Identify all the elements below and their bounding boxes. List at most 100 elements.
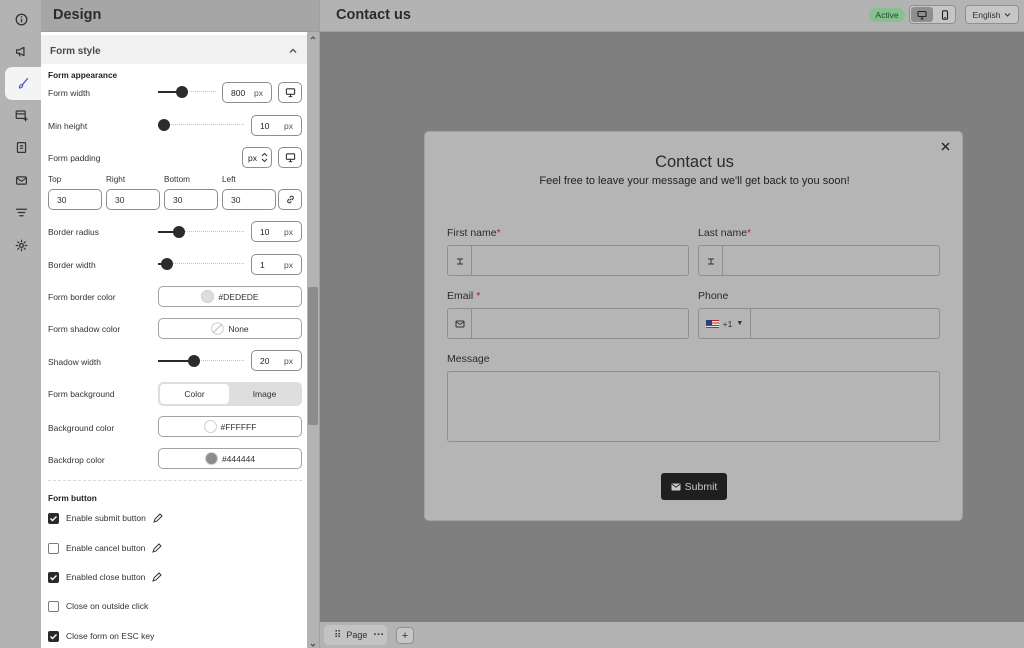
padding-bottom-input[interactable]: 30 bbox=[164, 189, 218, 210]
drag-handle-icon[interactable]: ⠿ bbox=[334, 630, 341, 641]
mobile-view-button[interactable] bbox=[934, 7, 956, 22]
scroll-thumb[interactable] bbox=[308, 287, 318, 425]
slider-knob[interactable] bbox=[158, 119, 170, 131]
field-prefix bbox=[448, 246, 472, 275]
slider-knob[interactable] bbox=[176, 86, 188, 98]
slider-knob[interactable] bbox=[188, 355, 200, 367]
border-radius-label: Border radius bbox=[48, 227, 100, 237]
unit: px bbox=[284, 260, 293, 270]
rail-item-forms[interactable] bbox=[7, 101, 35, 129]
desktop-view-button[interactable] bbox=[911, 7, 933, 22]
form-width-label: Form width bbox=[48, 88, 91, 98]
device-desktop-button-2[interactable] bbox=[278, 147, 302, 168]
border-width-input[interactable]: 1 px bbox=[251, 254, 302, 275]
slider-knob[interactable] bbox=[161, 258, 173, 270]
message-label: Message bbox=[447, 353, 490, 365]
color-swatch bbox=[201, 290, 215, 303]
text-field-icon bbox=[707, 258, 714, 264]
checkbox-row[interactable]: Enabled close button bbox=[48, 570, 163, 584]
form-border-color-picker[interactable]: #DEDEDE bbox=[158, 286, 302, 307]
check-icon bbox=[50, 633, 57, 639]
language-value: English bbox=[972, 9, 1001, 20]
scroll-down-icon[interactable] bbox=[310, 642, 316, 648]
checkbox-row[interactable]: Close on outside click bbox=[48, 599, 148, 613]
rail-item-design[interactable] bbox=[5, 67, 41, 100]
canvas-backdrop[interactable]: Contact us Feel free to leave your messa… bbox=[319, 32, 1024, 622]
page-tab[interactable]: ⠿ Page ··· bbox=[324, 625, 387, 645]
color-value: #DEDEDE bbox=[218, 291, 259, 302]
scroll-up-icon[interactable] bbox=[310, 35, 316, 41]
min-height-label: Min height bbox=[48, 121, 88, 131]
backdrop-color-picker[interactable]: #444444 bbox=[158, 448, 302, 469]
gear-icon bbox=[15, 239, 27, 251]
padding-unit-select[interactable]: px bbox=[242, 147, 272, 168]
add-page-button[interactable]: + bbox=[396, 627, 414, 644]
background-option-color[interactable]: Color bbox=[160, 384, 229, 404]
submit-button[interactable]: Submit bbox=[661, 473, 727, 500]
form-width-slider[interactable] bbox=[158, 86, 216, 98]
slider-knob[interactable] bbox=[173, 226, 185, 238]
shadow-width-input[interactable]: 20 px bbox=[251, 350, 302, 371]
rail-item-info[interactable] bbox=[7, 5, 35, 33]
email-field[interactable] bbox=[447, 308, 689, 339]
language-select[interactable]: English bbox=[965, 5, 1019, 24]
rail-item-mail[interactable] bbox=[7, 166, 35, 194]
icon-rail bbox=[0, 0, 41, 648]
min-height-slider[interactable] bbox=[158, 119, 244, 131]
form-background-toggle: Color Image bbox=[158, 382, 302, 406]
min-height-input[interactable]: 10 px bbox=[251, 115, 302, 136]
color-swatch bbox=[204, 452, 218, 465]
checkbox-label: Close form on ESC key bbox=[66, 631, 155, 641]
last-name-field[interactable] bbox=[698, 245, 940, 276]
value: 30 bbox=[173, 195, 183, 205]
border-radius-slider[interactable] bbox=[158, 226, 244, 238]
padding-left-input[interactable]: 30 bbox=[222, 189, 276, 210]
no-color-icon bbox=[211, 322, 225, 335]
rail-item-document[interactable] bbox=[7, 133, 35, 161]
device-desktop-button[interactable] bbox=[278, 82, 302, 103]
rail-item-filter[interactable] bbox=[7, 198, 35, 226]
background-color-picker[interactable]: #FFFFFF bbox=[158, 416, 302, 437]
mail-icon bbox=[15, 175, 27, 185]
check-icon bbox=[50, 574, 57, 580]
country-code-select[interactable]: +1 ▼ bbox=[699, 309, 751, 338]
background-option-image[interactable]: Image bbox=[230, 384, 299, 404]
filter-icon bbox=[15, 208, 27, 216]
checkbox-label: Enable cancel button bbox=[66, 543, 146, 553]
pencil-icon[interactable] bbox=[151, 571, 163, 583]
form-width-input[interactable]: 800 px bbox=[222, 82, 272, 103]
pencil-icon[interactable] bbox=[152, 512, 163, 524]
border-width-slider[interactable] bbox=[158, 258, 244, 270]
phone-field[interactable]: +1 ▼ bbox=[698, 308, 940, 339]
value: 10 bbox=[260, 121, 270, 131]
backdrop-color-label: Backdrop color bbox=[48, 455, 105, 465]
message-field[interactable] bbox=[447, 371, 940, 442]
panel-scrollbar[interactable] bbox=[307, 32, 319, 648]
envelope-icon bbox=[671, 483, 681, 490]
checkbox-checked[interactable] bbox=[48, 512, 59, 524]
pencil-icon[interactable] bbox=[151, 542, 163, 554]
checkbox-row[interactable]: Close form on ESC key bbox=[48, 629, 154, 643]
checkbox-checked[interactable] bbox=[48, 630, 59, 642]
first-name-field[interactable] bbox=[447, 245, 689, 276]
checkbox-label: Close on outside click bbox=[66, 601, 149, 611]
canvas-topbar: Contact us Active English bbox=[319, 0, 1024, 32]
link-padding-button[interactable] bbox=[278, 189, 302, 210]
padding-top-input[interactable]: 30 bbox=[48, 189, 102, 210]
color-value: #444444 bbox=[221, 453, 256, 464]
panel-content: Form appearance Form width 800 px Min he… bbox=[41, 0, 307, 648]
padding-right-input[interactable]: 30 bbox=[106, 189, 160, 210]
close-icon[interactable] bbox=[940, 141, 951, 152]
checkbox-checked[interactable] bbox=[48, 571, 59, 583]
checkbox-row[interactable]: Enable submit button bbox=[48, 511, 163, 525]
form-shadow-color-picker[interactable]: None bbox=[158, 318, 302, 339]
shadow-width-slider[interactable] bbox=[158, 355, 244, 367]
more-icon[interactable]: ··· bbox=[373, 629, 384, 641]
form-preview: Contact us Feel free to leave your messa… bbox=[424, 131, 963, 521]
rail-item-announce[interactable] bbox=[7, 37, 35, 65]
rail-item-settings[interactable] bbox=[7, 231, 35, 259]
border-radius-input[interactable]: 10 px bbox=[251, 221, 302, 242]
checkbox-unchecked[interactable] bbox=[48, 542, 59, 554]
checkbox-unchecked[interactable] bbox=[48, 600, 59, 612]
checkbox-row[interactable]: Enable cancel button bbox=[48, 541, 163, 555]
